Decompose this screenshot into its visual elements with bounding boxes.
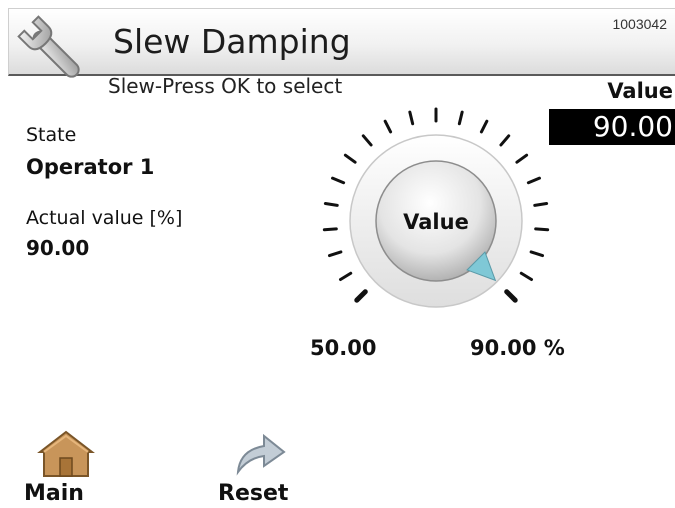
wrench-icon	[17, 15, 80, 78]
reset-button-label: Reset	[218, 481, 289, 506]
dial-tick	[323, 201, 339, 207]
reset-button[interactable]: Reset	[218, 428, 318, 508]
dial-tick	[533, 201, 549, 207]
home-icon	[37, 430, 95, 477]
dial-tick	[457, 110, 464, 126]
actual-value: 90.00	[26, 236, 90, 260]
dial-tick	[499, 134, 511, 147]
instruction-hint: Slew-Press OK to select	[108, 74, 343, 98]
page-title: Slew Damping	[113, 22, 351, 61]
dial-tick	[408, 110, 415, 126]
dial-tick	[322, 227, 338, 232]
dial-tick	[327, 250, 343, 258]
dial-tick	[534, 227, 550, 232]
state-label: State	[26, 124, 77, 146]
dial-tick	[331, 176, 346, 185]
value-dial[interactable]: Value	[318, 106, 568, 321]
dial-tick	[529, 250, 545, 258]
dial-max-label: 90.00 %	[470, 336, 565, 360]
dial-knob-label: Value	[403, 210, 469, 234]
dial-tick	[343, 153, 357, 164]
dial-tick	[383, 119, 393, 134]
state-value: Operator 1	[26, 155, 155, 179]
dial-tick	[361, 134, 373, 147]
dial-tick	[479, 119, 489, 134]
dial-tick	[339, 271, 353, 282]
dial-tick	[354, 289, 368, 303]
screen-id: 1003042	[612, 16, 667, 32]
actual-value-label: Actual value [%]	[26, 207, 183, 229]
main-button[interactable]: Main	[24, 428, 124, 508]
dial-tick	[515, 153, 529, 164]
dial-tick	[519, 271, 533, 282]
undo-arrow-icon	[236, 433, 286, 476]
dial-min-label: 50.00	[310, 336, 377, 360]
dial-tick	[526, 176, 541, 185]
dial-tick	[504, 289, 518, 303]
main-button-label: Main	[24, 481, 84, 506]
value-label: Value	[607, 79, 673, 103]
